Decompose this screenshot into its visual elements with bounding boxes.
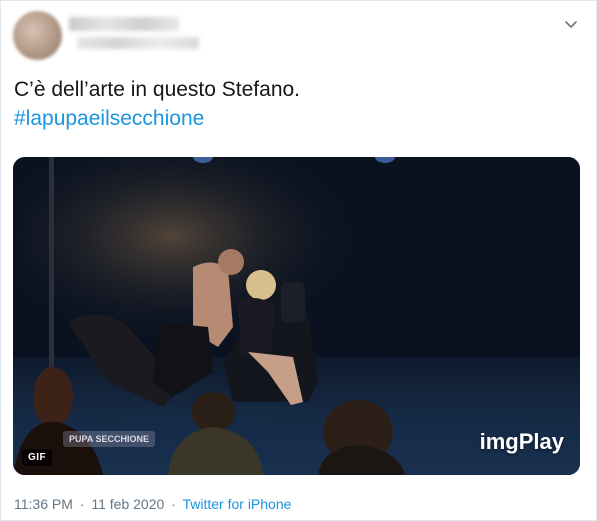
- hashtag-link[interactable]: #lapupaeilsecchione: [14, 104, 574, 133]
- tweet-text-line: C’è dell’arte in questo Stefano.: [14, 78, 301, 101]
- tweet-date[interactable]: 11 feb 2020: [91, 496, 164, 512]
- author-handle-blurred: [77, 37, 199, 49]
- tweet-meta: 11:36 PM · 11 feb 2020 · Twitter for iPh…: [14, 496, 291, 512]
- meta-separator: ·: [79, 496, 85, 512]
- gif-media[interactable]: PUPA SECCHIONE GIF imgPlay: [13, 157, 580, 475]
- show-logo: PUPA SECCHIONE: [63, 431, 156, 447]
- tweet-time[interactable]: 11:36 PM: [14, 496, 73, 512]
- avatar[interactable]: [13, 11, 62, 60]
- tweet-source-link[interactable]: Twitter for iPhone: [182, 496, 291, 512]
- chevron-down-icon[interactable]: [562, 15, 580, 33]
- tweet-text: C’è dell’arte in questo Stefano. #lapupa…: [14, 75, 574, 133]
- author-name-blurred[interactable]: [69, 17, 179, 31]
- gif-frame: [13, 157, 580, 475]
- tweet-card: C’è dell’arte in questo Stefano. #lapupa…: [0, 0, 597, 521]
- meta-separator: ·: [171, 496, 176, 512]
- gif-badge: GIF: [22, 449, 53, 466]
- imgplay-watermark: imgPlay: [479, 429, 564, 454]
